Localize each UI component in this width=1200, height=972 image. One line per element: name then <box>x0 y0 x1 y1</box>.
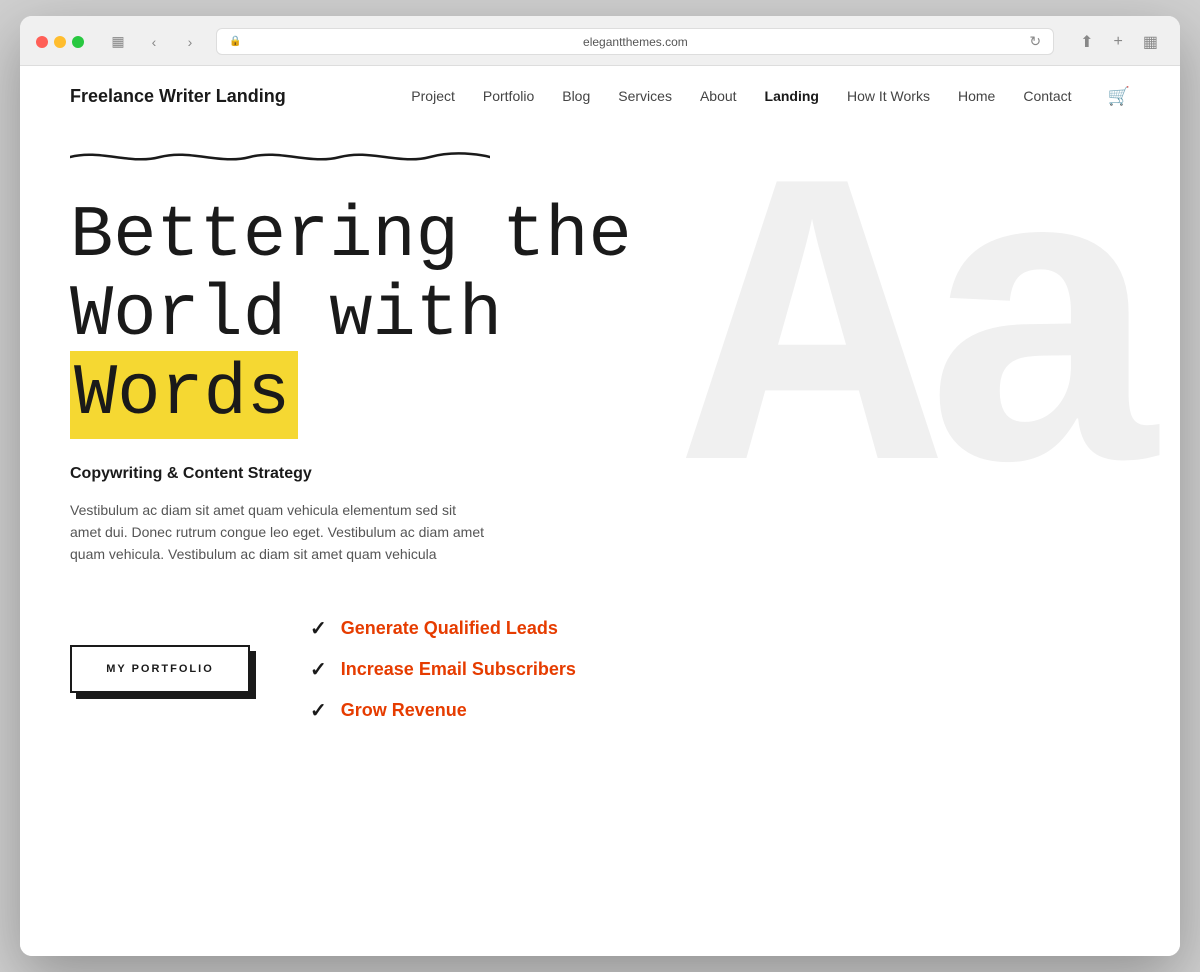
squiggle-decoration <box>70 147 490 167</box>
forward-button[interactable]: › <box>176 31 204 53</box>
hero-bottom-row: MY PORTFOLIO ✓ Generate Qualified Leads … <box>70 616 1130 723</box>
hero-section: Bettering the World with Words Copywriti… <box>20 127 1180 783</box>
checklist-item-revenue: ✓ Grow Revenue <box>310 698 576 723</box>
hero-title-line2: World with <box>70 274 502 356</box>
cart-icon: 🛒 <box>1108 86 1130 106</box>
portfolio-button-wrapper: MY PORTFOLIO <box>70 645 250 693</box>
lock-icon: 🔒 <box>229 36 241 47</box>
back-button[interactable]: ‹ <box>140 31 168 53</box>
refresh-button[interactable]: ↻ <box>1029 33 1041 50</box>
browser-action-buttons: ⬆ + ▦ <box>1074 30 1164 54</box>
nav-cart-icon[interactable]: 🛒 <box>1100 86 1130 107</box>
close-button[interactable] <box>36 36 48 48</box>
checklist-item-leads: ✓ Generate Qualified Leads <box>310 616 576 641</box>
nav-item-project[interactable]: Project <box>411 88 455 106</box>
nav-item-blog[interactable]: Blog <box>562 88 590 106</box>
browser-window: ▦ ‹ › 🔒 elegantthemes.com ↻ ⬆ + ▦ Freela… <box>20 16 1180 956</box>
checklist-item-subscribers: ✓ Increase Email Subscribers <box>310 657 576 682</box>
hero-title: Bettering the World with Words <box>70 197 690 435</box>
browser-controls: ▦ ‹ › <box>104 31 204 53</box>
hero-left-column: Bettering the World with Words Copywriti… <box>70 197 690 616</box>
hero-title-line3: Words <box>70 351 298 439</box>
nav-item-landing[interactable]: Landing <box>765 88 819 106</box>
nav-menu: Project Portfolio Blog Services About La… <box>411 86 1130 107</box>
nav-item-how-it-works[interactable]: How It Works <box>847 88 930 106</box>
share-button[interactable]: ⬆ <box>1074 30 1099 54</box>
checklist-label-2: Increase Email Subscribers <box>341 659 576 680</box>
site-logo[interactable]: Freelance Writer Landing <box>70 86 286 107</box>
nav-item-services[interactable]: Services <box>618 88 672 106</box>
nav-item-home[interactable]: Home <box>958 88 995 106</box>
hero-layout: Bettering the World with Words Copywriti… <box>70 197 1130 616</box>
nav-item-portfolio[interactable]: Portfolio <box>483 88 534 106</box>
portfolio-button[interactable]: MY PORTFOLIO <box>70 645 250 693</box>
checkmark-icon-1: ✓ <box>310 616 327 641</box>
hero-description: Vestibulum ac diam sit amet quam vehicul… <box>70 499 490 566</box>
traffic-lights <box>36 36 84 48</box>
sidebar-toggle-button[interactable]: ▦ <box>104 31 132 53</box>
new-tab-button[interactable]: + <box>1108 31 1129 53</box>
nav-item-about[interactable]: About <box>700 88 737 106</box>
hero-title-line1: Bettering the <box>70 195 632 277</box>
website-content: Freelance Writer Landing Project Portfol… <box>20 66 1180 956</box>
checkmark-icon-3: ✓ <box>310 698 327 723</box>
checkmark-icon-2: ✓ <box>310 657 327 682</box>
nav-item-contact[interactable]: Contact <box>1023 88 1071 106</box>
hero-subtitle: Copywriting & Content Strategy <box>70 465 690 483</box>
address-bar[interactable]: 🔒 elegantthemes.com ↻ <box>216 28 1054 55</box>
checklist-label-3: Grow Revenue <box>341 700 467 721</box>
checklist: ✓ Generate Qualified Leads ✓ Increase Em… <box>310 616 576 723</box>
maximize-button[interactable] <box>72 36 84 48</box>
checklist-label-1: Generate Qualified Leads <box>341 618 558 639</box>
main-nav: Freelance Writer Landing Project Portfol… <box>20 66 1180 127</box>
browser-chrome: ▦ ‹ › 🔒 elegantthemes.com ↻ ⬆ + ▦ <box>20 16 1180 66</box>
bg-typography-decoration: Aa <box>686 137 1150 557</box>
tabs-overview-button[interactable]: ▦ <box>1137 30 1164 54</box>
minimize-button[interactable] <box>54 36 66 48</box>
url-text: elegantthemes.com <box>249 35 1021 49</box>
